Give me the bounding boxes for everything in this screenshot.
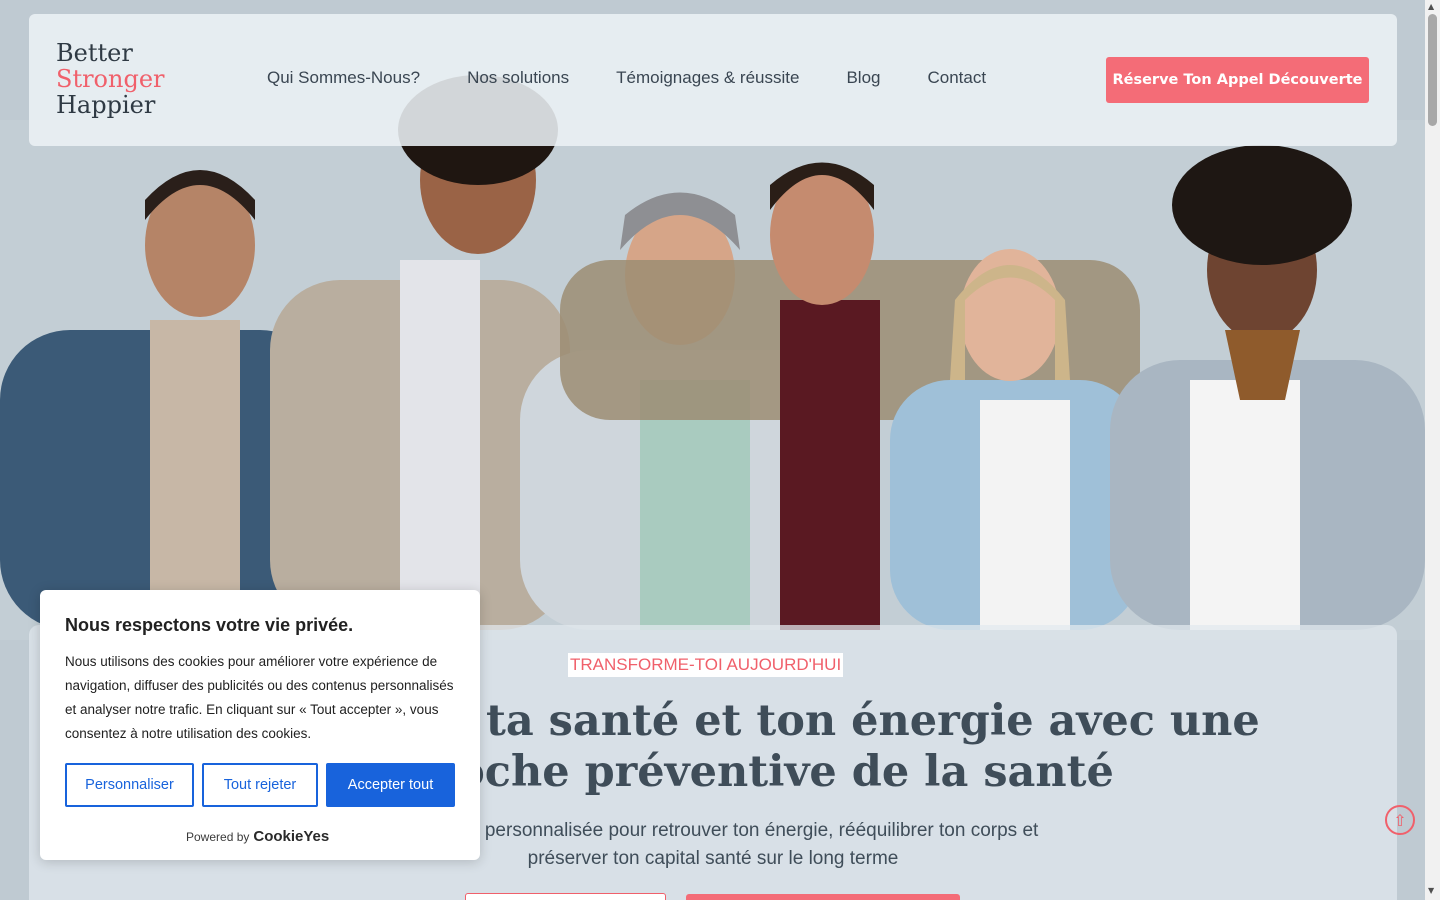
powered-by-label: Powered by — [186, 830, 250, 844]
logo-line-happier: Happier — [56, 91, 156, 119]
main-nav: Qui Sommes-Nous? Nos solutions Témoignag… — [267, 68, 1033, 88]
nav-link-qui-sommes-nous[interactable]: Qui Sommes-Nous? — [267, 68, 420, 88]
scroll-to-top-button[interactable]: ⇧ — [1385, 805, 1415, 835]
arrow-up-circle-icon: ⇧ — [1393, 810, 1407, 830]
cookie-accept-all-button[interactable]: Accepter tout — [326, 763, 455, 807]
page-scrollbar[interactable]: ▲ ▼ — [1425, 0, 1440, 900]
hero-primary-button[interactable] — [686, 894, 960, 900]
nav-link-temoignages[interactable]: Témoignages & réussite — [616, 68, 799, 88]
nav-link-contact[interactable]: Contact — [927, 68, 986, 88]
cookie-description: Nous utilisons des cookies pour améliore… — [65, 654, 454, 741]
cookie-reject-all-button[interactable]: Tout rejeter — [202, 763, 318, 807]
cookie-title: Nous respectons votre vie privée. — [65, 615, 354, 635]
logo[interactable]: Better Stronger Happier — [56, 40, 165, 118]
cookieyes-logo[interactable]: CookieYes — [253, 828, 329, 845]
cookie-powered-by: Powered by CookieYes — [186, 828, 329, 845]
logo-line-better: Better — [56, 39, 133, 67]
hero-eyebrow: TRANSFORME-TOI AUJOURD'HUI — [568, 653, 844, 677]
hero-secondary-button[interactable] — [465, 893, 666, 900]
logo-line-stronger: Stronger — [56, 65, 165, 93]
scroll-up-arrow-icon[interactable]: ▲ — [1428, 2, 1434, 11]
book-call-button[interactable]: Réserve Ton Appel Découverte — [1106, 57, 1369, 103]
nav-link-nos-solutions[interactable]: Nos solutions — [467, 68, 569, 88]
cookie-consent-banner: Nous respectons votre vie privée. Nous u… — [40, 590, 480, 860]
scrollbar-thumb[interactable] — [1428, 14, 1437, 126]
scroll-down-arrow-icon[interactable]: ▼ — [1428, 886, 1434, 895]
cookie-customize-button[interactable]: Personnaliser — [65, 763, 194, 807]
nav-link-blog[interactable]: Blog — [846, 68, 880, 88]
site-header: Better Stronger Happier Qui Sommes-Nous?… — [29, 14, 1397, 146]
